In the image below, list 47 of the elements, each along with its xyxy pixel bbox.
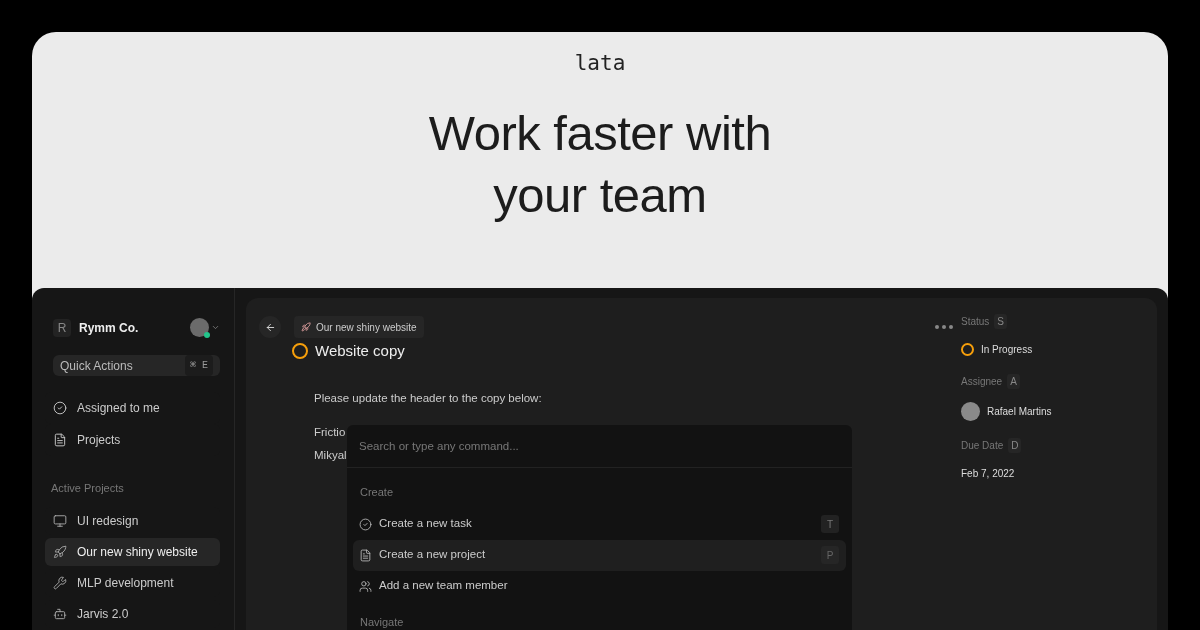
workspace-name: Rymm Co. <box>79 319 139 337</box>
group-title: Create <box>360 485 395 500</box>
rocket-icon <box>53 544 67 559</box>
workspace-logo: R <box>53 318 71 337</box>
shortcut-key: D <box>1008 438 1022 453</box>
quick-actions-button[interactable]: Quick Actions ⌘ E <box>53 355 220 376</box>
more-icon[interactable] <box>935 325 953 329</box>
robot-icon <box>53 606 67 621</box>
people-icon <box>359 579 372 593</box>
body-text: Please update the header to the copy below: <box>314 390 542 406</box>
shortcut-key: ⌘ E <box>184 355 213 376</box>
command-item[interactable]: Create a new project P <box>353 539 846 571</box>
shortcut-key: P <box>821 546 839 564</box>
group-title: Navigate <box>360 614 405 630</box>
property-value[interactable]: In Progress <box>981 342 1033 357</box>
rocket-icon <box>301 322 311 332</box>
status-ring-icon <box>292 343 308 360</box>
property-value[interactable]: Feb 7, 2022 <box>961 466 1015 481</box>
section-title: Active Projects <box>51 481 125 496</box>
document-icon <box>53 433 67 447</box>
command-item[interactable]: Add a new team member <box>353 570 846 602</box>
chevron-icon[interactable] <box>211 323 220 332</box>
breadcrumb[interactable]: Our new shiny website <box>294 316 424 338</box>
shortcut-key: S <box>994 314 1008 329</box>
hero-heading: Work faster with your team <box>428 104 772 224</box>
shortcut-key: A <box>1007 374 1020 389</box>
command-search-field[interactable]: Search or type any command... <box>347 425 852 468</box>
back-arrow-icon <box>264 321 276 333</box>
task-title: Website copy <box>315 341 405 361</box>
monitor-icon <box>53 513 67 528</box>
back-button[interactable] <box>259 316 281 338</box>
avatar[interactable] <box>190 318 209 337</box>
check-circle-icon <box>53 401 67 415</box>
property-label: Due Date <box>961 439 1004 453</box>
project-item[interactable]: Our new shiny website <box>45 537 220 566</box>
logo: lata <box>574 50 626 77</box>
property-value[interactable]: Rafael Martins <box>987 404 1052 419</box>
command-item[interactable]: Create a new task T <box>353 508 846 540</box>
shortcut-key: T <box>821 515 839 533</box>
body-text: Frictio <box>314 424 346 440</box>
wrench-icon <box>53 575 67 590</box>
check-circle-icon <box>359 517 372 531</box>
avatar <box>961 402 980 421</box>
property-label: Assignee <box>961 375 1003 389</box>
body-text: Mikyal <box>314 448 347 463</box>
property-label: Status <box>961 315 990 329</box>
document-icon <box>359 548 372 562</box>
